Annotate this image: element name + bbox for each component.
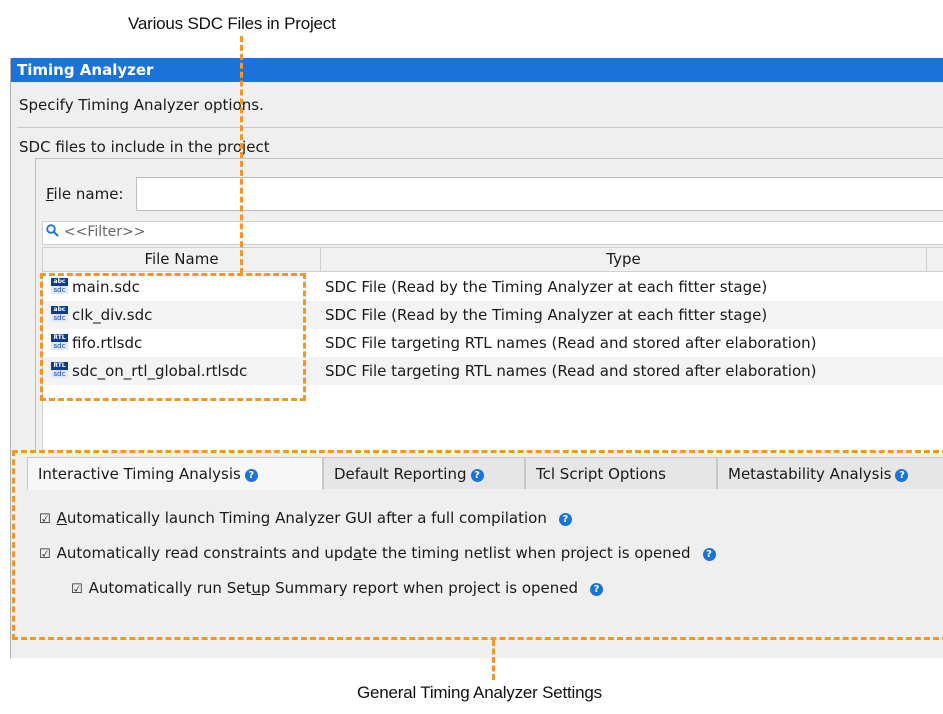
file-name-label: File name:: [46, 185, 124, 203]
callout-general-settings: General Timing Analyzer Settings: [357, 683, 602, 702]
panel-description: Specify Timing Analyzer options.: [19, 96, 264, 114]
column-header-file-name[interactable]: File Name: [43, 248, 321, 272]
column-header-type[interactable]: Type: [321, 248, 927, 272]
callout-sdc-files: Various SDC Files in Project: [128, 14, 336, 33]
file-name-input[interactable]: [136, 177, 943, 211]
divider: [17, 127, 943, 128]
file-type-cell: SDC File targeting RTL names (Read and s…: [325, 334, 817, 352]
callout-box-sdc-files: [40, 273, 306, 401]
callout-connector-top: [240, 36, 243, 274]
callout-connector-bottom: [492, 640, 495, 680]
filter-field[interactable]: <<Filter>>: [42, 221, 943, 245]
callout-box-general-settings: [12, 450, 943, 640]
search-icon: [46, 224, 64, 240]
sdc-section-label: SDC files to include in the project: [19, 138, 270, 156]
file-type-cell: SDC File (Read by the Timing Analyzer at…: [325, 306, 768, 324]
table-header: File Name Type: [43, 248, 943, 272]
file-type-cell: SDC File targeting RTL names (Read and s…: [325, 362, 817, 380]
panel-title: Timing Analyzer: [11, 58, 943, 82]
filter-placeholder: <<Filter>>: [63, 224, 146, 240]
file-type-cell: SDC File (Read by the Timing Analyzer at…: [325, 278, 768, 296]
